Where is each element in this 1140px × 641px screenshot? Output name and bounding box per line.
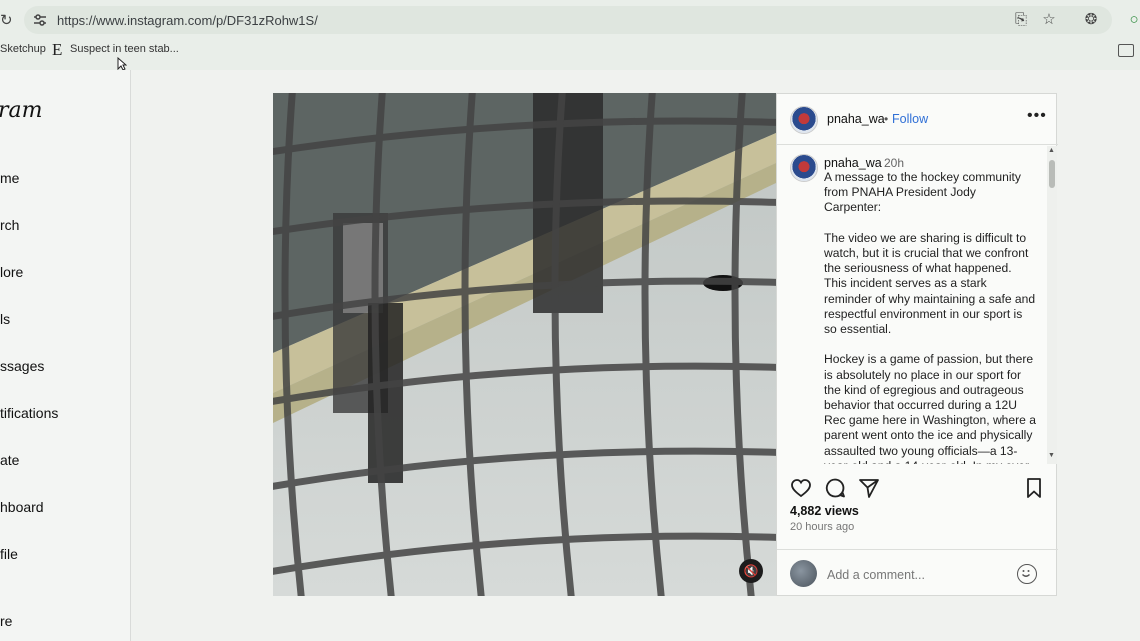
scrollbar-thumb[interactable]: [1049, 160, 1055, 188]
url-text[interactable]: https://www.instagram.com/p/DF31zRohw1S/: [57, 13, 318, 28]
star-icon[interactable]: ☆: [1040, 11, 1058, 29]
nav-messages[interactable]: ssages: [0, 358, 44, 374]
posted-ago[interactable]: 20 hours ago: [790, 521, 854, 533]
speaker-muted-icon[interactable]: 🔇: [739, 559, 763, 583]
nav-create[interactable]: ate: [0, 452, 19, 468]
heart-icon[interactable]: [789, 476, 813, 500]
caption-username[interactable]: pnaha_wa: [824, 156, 882, 170]
bookmarks-folder-icon[interactable]: [1118, 44, 1134, 57]
view-count[interactable]: 4,882 views: [790, 504, 859, 518]
separator-dot: •: [884, 112, 889, 126]
post-video[interactable]: [273, 93, 776, 596]
nav-search[interactable]: rch: [0, 217, 19, 233]
mouse-cursor-icon: [117, 57, 127, 71]
bookmark-favicon-icon: E: [52, 40, 63, 59]
comment-icon[interactable]: [823, 476, 847, 500]
post-caption: A message to the hockey community from P…: [824, 170, 1036, 464]
caption-scrollbar[interactable]: ▲ ▼: [1047, 146, 1057, 464]
caption-scroll-area[interactable]: pnaha_wa 20h A message to the hockey com…: [777, 146, 1047, 464]
scroll-down-icon[interactable]: ▼: [1048, 452, 1055, 459]
comment-input[interactable]: Add a comment...: [827, 568, 925, 582]
nav-dashboard[interactable]: hboard: [0, 499, 44, 515]
smiley-icon[interactable]: [1017, 564, 1037, 584]
follow-button[interactable]: Follow: [892, 112, 928, 126]
caption-author-avatar[interactable]: [790, 154, 818, 182]
viewer-avatar: [790, 560, 817, 587]
site-settings-icon[interactable]: [32, 12, 48, 28]
send-icon[interactable]: [857, 476, 881, 500]
bookmark-icon[interactable]: [1022, 476, 1046, 500]
nav-more[interactable]: re: [0, 613, 12, 629]
post-details-panel: pnaha_wa • Follow ••• pnaha_wa 20h A mes…: [776, 93, 1058, 598]
more-options-icon[interactable]: •••: [1027, 107, 1047, 125]
reload-icon[interactable]: ↻: [0, 11, 16, 29]
profile-icon[interactable]: ○: [1125, 11, 1140, 29]
post-header: pnaha_wa • Follow •••: [777, 94, 1058, 145]
post-time[interactable]: 20h: [884, 156, 904, 170]
instagram-logo[interactable]: ram: [0, 98, 43, 123]
comment-bar: Add a comment...: [777, 549, 1058, 598]
nav-explore[interactable]: lore: [0, 264, 23, 280]
nav-reels[interactable]: ls: [0, 311, 10, 327]
nav-notifications[interactable]: tifications: [0, 405, 58, 421]
video-frame: [273, 93, 776, 596]
scroll-up-icon[interactable]: ▲: [1048, 147, 1055, 154]
sidebar: ram me rch lore ls ssages tifications at…: [0, 70, 131, 641]
author-username[interactable]: pnaha_wa: [827, 112, 885, 126]
nav-profile[interactable]: file: [0, 546, 18, 562]
extensions-icon[interactable]: ❂: [1082, 11, 1100, 29]
bookmark-suspect-article[interactable]: Suspect in teen stab...: [70, 43, 179, 55]
nav-home[interactable]: me: [0, 170, 19, 186]
author-avatar[interactable]: [790, 106, 818, 134]
bookmark-sketchup[interactable]: Sketchup: [0, 43, 46, 55]
install-app-icon[interactable]: ⎘: [1012, 11, 1030, 29]
browser-toolbar: ↻ https://www.instagram.com/p/DF31zRohw1…: [0, 0, 1140, 71]
